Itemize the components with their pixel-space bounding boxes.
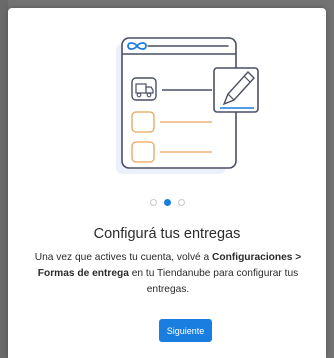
description-suffix: en tu Tiendanube para configurar tus ent… [128,268,299,295]
page-backdrop [0,0,8,358]
pencil-icon [213,67,259,113]
step-dot-3[interactable] [177,198,185,206]
step-dot-2[interactable] [163,198,171,206]
step-dot-1[interactable] [149,198,157,206]
step-indicator [8,197,326,207]
modal-description: Una vez que actives tu cuenta, volvé a C… [24,250,312,298]
onboarding-modal: Configurá tus entregas Una vez que activ… [8,8,326,358]
delivery-illustration [116,37,259,174]
modal-title: Configurá tus entregas [93,226,241,242]
description-prefix: Una vez que actives tu cuenta, volvé a [34,252,213,263]
next-button[interactable]: Siguiente [159,319,212,342]
truck-icon [131,77,157,101]
